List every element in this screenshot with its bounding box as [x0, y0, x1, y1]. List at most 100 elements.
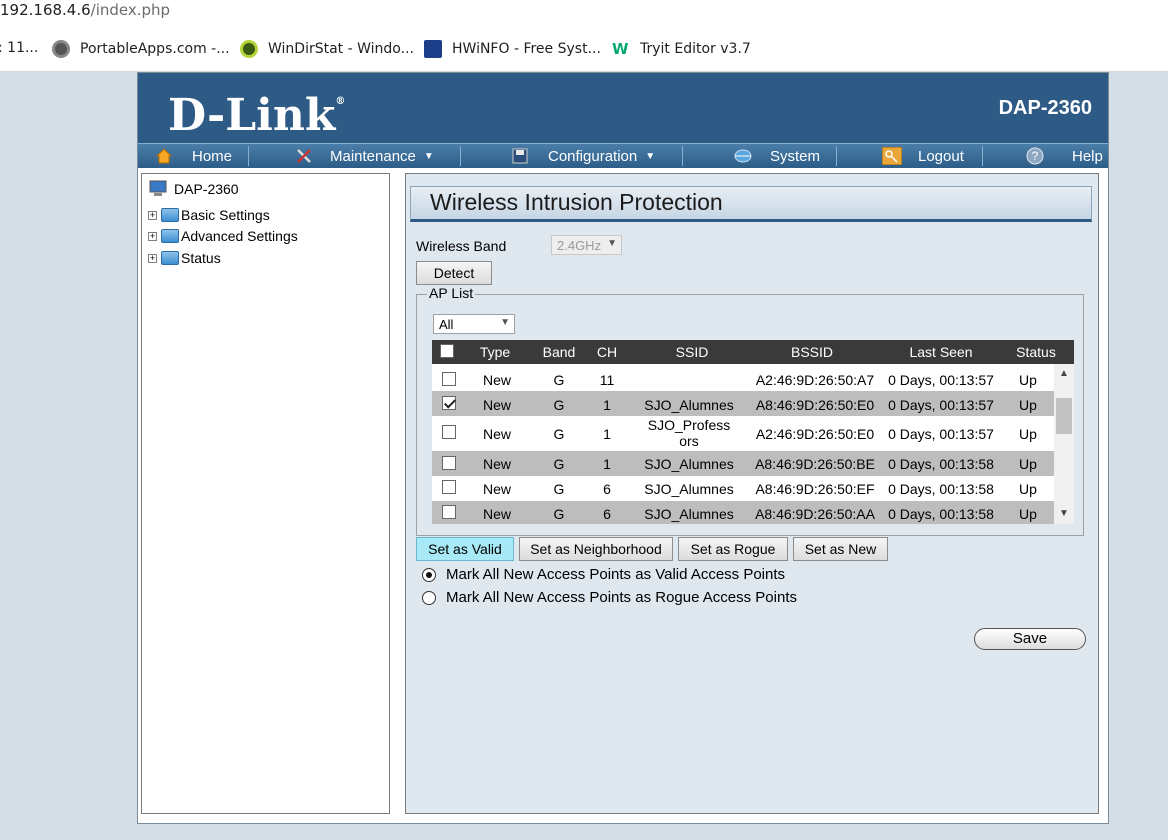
hwinfo-icon	[424, 40, 442, 58]
tree-item-status[interactable]: + Status	[148, 250, 221, 266]
cell-last-seen: 0 Days, 00:13:57	[888, 372, 994, 388]
svg-text:?: ?	[1032, 149, 1039, 163]
radio-label: Mark All New Access Points as Rogue Acce…	[446, 589, 797, 606]
row-checkbox[interactable]	[442, 425, 456, 439]
row-checkbox[interactable]	[442, 396, 456, 410]
page-title: Wireless Intrusion Protection	[410, 186, 1092, 222]
col-type[interactable]: Type	[472, 344, 518, 360]
chevron-down-icon: ▼	[423, 150, 434, 162]
cell-ssid: SJO_Alumnes	[644, 397, 734, 413]
set-as-valid-button[interactable]: Set as Valid	[416, 537, 514, 561]
col-ssid[interactable]: SSID	[642, 344, 742, 360]
table-scrollbar[interactable]: ▲ ▼	[1054, 364, 1074, 524]
address-bar[interactable]: 192.168.4.6/index.php	[0, 0, 1168, 26]
nav-configuration[interactable]: Configuration ▼	[512, 144, 655, 168]
main-panel: Wireless Intrusion Protection Wireless B…	[405, 173, 1099, 814]
tree-item-basic-settings[interactable]: + Basic Settings	[148, 207, 270, 223]
expand-icon[interactable]: +	[148, 231, 157, 241]
table-row[interactable]: New G 1 SJO_Alumnes A8:46:9D:26:50:E0 0 …	[432, 391, 1054, 416]
col-last-seen[interactable]: Last Seen	[882, 344, 1000, 360]
cell-ch: 1	[603, 397, 611, 413]
cell-ssid: SJO_Alumnes	[644, 456, 734, 472]
nav-system[interactable]: System	[734, 144, 820, 168]
expand-icon[interactable]: +	[148, 253, 157, 263]
folder-icon	[161, 251, 179, 265]
main-nav: Home Maintenance ▼ Configuration ▼ Syste…	[138, 143, 1108, 168]
table-row[interactable]: New G 11 A2:46:9D:26:50:A7 0 Days, 00:13…	[432, 367, 1054, 391]
cell-status: Up	[1019, 506, 1037, 522]
scroll-down-icon[interactable]: ▼	[1054, 508, 1074, 519]
table-header: Type Band CH SSID BSSID Last Seen Status	[432, 340, 1074, 364]
cell-last-seen: 0 Days, 00:13:58	[888, 481, 994, 497]
table-row[interactable]: New G 1 SJO_Profess ors A2:46:9D:26:50:E0…	[432, 416, 1054, 451]
ap-list-legend: AP List	[427, 285, 476, 301]
col-ch[interactable]: CH	[592, 344, 622, 360]
cell-type: New	[482, 456, 511, 472]
cell-last-seen: 0 Days, 00:13:58	[888, 506, 994, 522]
ap-list-group: AP List All ▼ Type Band CH SSID BSSID Las…	[416, 285, 1084, 536]
nav-home-label: Home	[192, 147, 233, 165]
nav-logout[interactable]: Logout	[881, 144, 964, 168]
help-icon: ?	[1026, 147, 1044, 165]
bookmark-label: : 11...	[0, 40, 39, 56]
row-checkbox[interactable]	[442, 480, 456, 494]
cell-bssid: A8:46:9D:26:50:E0	[755, 397, 875, 413]
select-all-checkbox[interactable]	[440, 344, 454, 358]
detect-button[interactable]: Detect	[416, 261, 492, 285]
table-row[interactable]: New G 6 SJO_Alumnes A8:46:9D:26:50:EF 0 …	[432, 476, 1054, 501]
cell-status: Up	[1019, 456, 1037, 472]
cell-status: Up	[1019, 481, 1037, 497]
col-status[interactable]: Status	[1010, 344, 1062, 360]
col-bssid[interactable]: BSSID	[752, 344, 872, 360]
bookmark-label: WinDirStat - Windo...	[268, 41, 414, 57]
bookmark-item[interactable]: WinDirStat - Windo...	[240, 40, 414, 58]
expand-icon[interactable]: +	[148, 210, 157, 220]
table-row[interactable]: New G 6 SJO_Alumnes A8:46:9D:26:50:AA 0 …	[432, 501, 1054, 524]
save-button[interactable]: Save	[974, 628, 1086, 650]
bookmark-label: HWiNFO - Free Syst...	[452, 41, 601, 57]
ap-filter-select[interactable]: All ▼	[433, 314, 515, 334]
set-as-new-button[interactable]: Set as New	[793, 537, 888, 561]
cell-status: Up	[1019, 372, 1037, 388]
radio-mark-rogue[interactable]: Mark All New Access Points as Rogue Acce…	[422, 589, 797, 606]
bookmark-item[interactable]: HWiNFO - Free Syst...	[424, 40, 601, 58]
tree-root[interactable]: DAP-2360	[148, 180, 239, 198]
row-checkbox[interactable]	[442, 505, 456, 519]
computer-icon	[148, 180, 168, 198]
row-checkbox[interactable]	[442, 456, 456, 470]
nav-help[interactable]: ? Help	[1026, 144, 1103, 168]
set-as-rogue-button[interactable]: Set as Rogue	[678, 537, 788, 561]
row-checkbox[interactable]	[442, 372, 456, 386]
nav-help-label: Help	[1072, 147, 1103, 165]
cell-bssid: A8:46:9D:26:50:AA	[755, 506, 875, 522]
chevron-down-icon: ▼	[607, 238, 617, 249]
cell-type: New	[482, 397, 511, 413]
bookmark-item[interactable]: : 11...	[0, 40, 38, 56]
col-band[interactable]: Band	[536, 344, 582, 360]
w3schools-icon: W	[612, 40, 629, 58]
table-row[interactable]: New G 1 SJO_Alumnes A8:46:9D:26:50:BE 0 …	[432, 451, 1054, 476]
cell-band: G	[553, 397, 565, 413]
tree-item-advanced-settings[interactable]: + Advanced Settings	[148, 228, 298, 244]
chevron-down-icon: ▼	[500, 317, 510, 328]
cell-band: G	[553, 426, 565, 442]
radio-mark-valid[interactable]: Mark All New Access Points as Valid Acce…	[422, 566, 785, 583]
radio-label: Mark All New Access Points as Valid Acce…	[446, 566, 786, 583]
nav-system-label: System	[770, 147, 821, 165]
bookmark-item[interactable]: W Tryit Editor v3.7	[612, 40, 751, 58]
scroll-up-icon[interactable]: ▲	[1054, 368, 1074, 379]
tools-icon	[296, 148, 312, 164]
nav-home[interactable]: Home	[155, 144, 233, 168]
model-name: DAP-2360	[998, 97, 1092, 119]
radio-button[interactable]	[422, 590, 436, 605]
nav-maintenance[interactable]: Maintenance ▼	[296, 144, 434, 168]
set-as-neighborhood-button[interactable]: Set as Neighborhood	[519, 537, 673, 561]
bookmark-item[interactable]: PortableApps.com -...	[52, 40, 230, 58]
chevron-down-icon: ▼	[645, 150, 656, 162]
cell-band: G	[553, 372, 565, 388]
cell-bssid: A8:46:9D:26:50:EF	[755, 481, 875, 497]
scroll-thumb[interactable]	[1056, 398, 1072, 434]
radio-button[interactable]	[422, 567, 436, 582]
navigation-tree: DAP-2360 + Basic Settings + Advanced Set…	[141, 173, 390, 814]
bookmark-label: PortableApps.com -...	[80, 41, 230, 57]
